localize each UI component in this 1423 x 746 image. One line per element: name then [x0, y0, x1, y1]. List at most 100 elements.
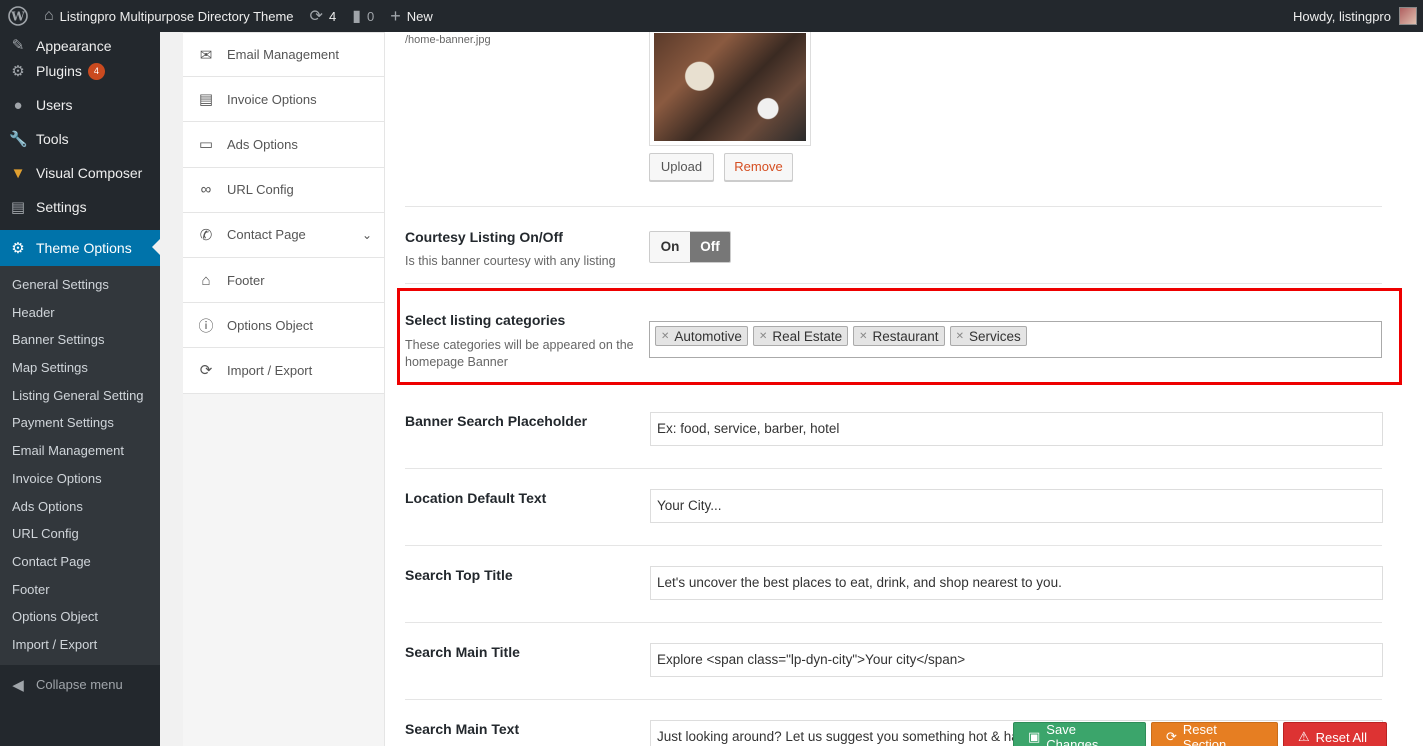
reset-all-button[interactable]: ⚠ Reset All: [1283, 722, 1387, 746]
reset-all-label: Reset All: [1315, 729, 1367, 745]
howdy-text: Howdy, listingpro: [1292, 8, 1391, 24]
submenu-item[interactable]: Options Object: [0, 603, 160, 631]
new-content-link[interactable]: + New: [382, 0, 441, 32]
categories-select[interactable]: ✕ Automotive ✕ Real Estate ✕ Restaurant ✕ Se…: [649, 321, 1382, 358]
nav-item-ads-options[interactable]: ▭ Ads Options: [183, 122, 384, 168]
tag-remove-icon[interactable]: ✕: [859, 331, 867, 342]
gear-icon: ⚙: [11, 240, 25, 257]
submenu-item[interactable]: Payment Settings: [0, 409, 160, 437]
search-main-title-input[interactable]: Explore <span class="lp-dyn-city">Your c…: [650, 643, 1383, 677]
submenu-item[interactable]: Footer: [0, 576, 160, 604]
menu-item-plugins[interactable]: ⚙ Plugins 4: [0, 54, 160, 88]
menu-label: Plugins: [36, 63, 82, 79]
courtesy-desc: Is this banner courtesy with any listing: [405, 254, 616, 268]
tag-automotive[interactable]: ✕ Automotive: [655, 326, 748, 346]
warning-icon: ⚠: [1298, 729, 1310, 744]
nav-label: URL Config: [227, 182, 294, 198]
chevron-down-icon[interactable]: ⌄: [362, 228, 372, 242]
reset-section-label: Reset Section: [1182, 722, 1227, 746]
wordpress-logo-icon[interactable]: W: [0, 0, 36, 32]
menu-item-theme-options[interactable]: ⚙ Theme Options: [0, 230, 160, 266]
toggle-on[interactable]: On: [650, 232, 690, 262]
submenu-item[interactable]: Ads Options: [0, 493, 160, 521]
plus-icon: +: [390, 5, 401, 26]
nav-item-footer[interactable]: ⌂ Footer: [183, 257, 384, 304]
link-icon: ∞: [200, 181, 212, 199]
comment-icon: ▮: [352, 8, 361, 25]
menu-item-users[interactable]: ● Users: [0, 88, 160, 122]
submenu-item[interactable]: URL Config: [0, 520, 160, 548]
nav-item-url-config[interactable]: ∞ URL Config: [183, 167, 384, 213]
search-top-title-label: Search Top Title: [405, 567, 513, 583]
location-default-label: Location Default Text: [405, 490, 547, 506]
comments-count: 0: [367, 8, 375, 24]
nav-item-invoice-options[interactable]: ▤ Invoice Options: [183, 77, 384, 123]
location-default-input[interactable]: Your City...: [650, 489, 1383, 523]
submenu-item[interactable]: Header: [0, 299, 160, 327]
admin-menu: ✎ Appearance ⚙ Plugins 4 ● Users 🔧 Tools…: [0, 32, 160, 746]
banner-image-preview: [649, 32, 811, 146]
new-label: New: [406, 8, 433, 24]
theme-options-submenu: General Settings Header Banner Settings …: [0, 266, 160, 665]
search-placeholder-input[interactable]: Ex: food, service, barber, hotel: [650, 412, 1383, 446]
reset-section-button[interactable]: ⟳ Reset Section: [1151, 722, 1278, 746]
menu-item-visual-composer[interactable]: ▼ Visual Composer: [0, 156, 160, 190]
collapse-icon: ◀: [12, 676, 24, 694]
submenu-item[interactable]: General Settings: [0, 271, 160, 299]
nav-label: Invoice Options: [227, 91, 317, 107]
nav-item-email-management[interactable]: ✉ Email Management: [183, 32, 384, 78]
home-icon: ⌂: [44, 7, 54, 24]
toggle-off[interactable]: Off: [690, 232, 730, 262]
banner-thumbnail: [654, 33, 806, 141]
comments-link[interactable]: ▮ 0: [344, 0, 382, 32]
theme-options-nav: ✉ Email Management ▤ Invoice Options ▭ A…: [183, 32, 385, 746]
tag-label: Restaurant: [872, 328, 939, 344]
submenu-item[interactable]: Contact Page: [0, 548, 160, 576]
collapse-menu-button[interactable]: ◀ Collapse menu: [0, 667, 160, 703]
account-menu[interactable]: Howdy, listingpro: [1285, 0, 1423, 32]
visual-composer-icon: ▼: [10, 164, 26, 182]
menu-label: Tools: [36, 131, 69, 147]
site-name-link[interactable]: ⌂ Listingpro Multipurpose Directory Them…: [36, 0, 302, 32]
menu-item-settings[interactable]: ▤ Settings: [0, 190, 160, 224]
updates-link[interactable]: ⟳ 4: [302, 0, 345, 32]
avatar: [1399, 7, 1417, 25]
tag-remove-icon[interactable]: ✕: [661, 331, 669, 342]
phone-icon: ✆: [199, 226, 213, 244]
menu-label: Users: [36, 97, 73, 113]
remove-button[interactable]: Remove: [724, 153, 793, 181]
submenu-item[interactable]: Banner Settings: [0, 326, 160, 354]
tag-remove-icon[interactable]: ✕: [759, 331, 767, 342]
tag-remove-icon[interactable]: ✕: [956, 331, 964, 342]
nav-item-options-object[interactable]: ⓘ Options Object: [183, 303, 384, 349]
svg-text:W: W: [10, 10, 25, 24]
nav-item-contact-page[interactable]: ✆ Contact Page ⌄: [183, 212, 384, 258]
save-changes-button[interactable]: ▣ Save Changes: [1013, 722, 1146, 746]
save-label: Save Changes: [1046, 722, 1099, 746]
submenu-item[interactable]: Import / Export: [0, 631, 160, 659]
tag-real-estate[interactable]: ✕ Real Estate: [752, 326, 849, 346]
plugins-badge: 4: [87, 62, 105, 80]
search-placeholder-row: Banner Search Placeholder Ex: food, serv…: [405, 392, 1383, 469]
search-top-title-input[interactable]: Let's uncover the best places to eat, dr…: [650, 566, 1383, 600]
site-name: Listingpro Multipurpose Directory Theme: [59, 8, 294, 24]
menu-label: Settings: [36, 199, 87, 215]
users-icon: ●: [13, 96, 23, 114]
banner-image-path: /home-banner.jpg: [405, 34, 491, 46]
tag-services[interactable]: ✕ Services: [949, 326, 1027, 346]
submenu-item[interactable]: Map Settings: [0, 354, 160, 382]
submenu-item[interactable]: Listing General Setting: [0, 382, 160, 410]
nav-item-import-export[interactable]: ⟳ Import / Export: [183, 348, 384, 394]
menu-item-tools[interactable]: 🔧 Tools: [0, 122, 160, 156]
location-default-row: Location Default Text Your City...: [405, 469, 1383, 546]
submenu-item[interactable]: Invoice Options: [0, 465, 160, 493]
submenu-item[interactable]: Email Management: [0, 437, 160, 465]
courtesy-label: Courtesy Listing On/Off: [405, 229, 563, 245]
courtesy-toggle[interactable]: On Off: [649, 231, 731, 263]
collapse-label: Collapse menu: [36, 677, 123, 693]
upload-button[interactable]: Upload: [649, 153, 714, 181]
envelope-icon: ✉: [199, 46, 213, 64]
tag-restaurant[interactable]: ✕ Restaurant: [853, 326, 945, 346]
menu-item-appearance[interactable]: ✎ Appearance: [0, 32, 160, 54]
options-panel: /home-banner.jpg Upload Remove Courtesy …: [385, 32, 1423, 746]
